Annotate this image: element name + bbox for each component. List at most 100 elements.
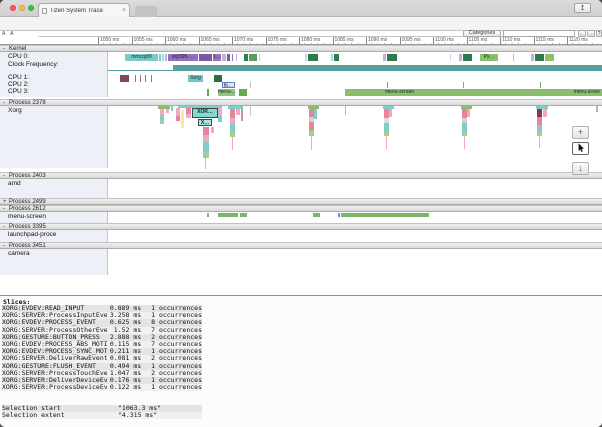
mode-controls: + ↓ bbox=[572, 122, 590, 176]
trace-slice[interactable] bbox=[305, 54, 307, 61]
trace-slice[interactable] bbox=[222, 54, 226, 61]
trace-slice[interactable] bbox=[218, 116, 222, 122]
trace-slice[interactable] bbox=[151, 75, 152, 82]
trace-slice[interactable] bbox=[537, 109, 542, 117]
trace-slice[interactable] bbox=[545, 54, 554, 61]
trace-slice[interactable] bbox=[313, 213, 320, 217]
trace-slice[interactable] bbox=[596, 106, 598, 112]
trace-slice[interactable] bbox=[230, 109, 235, 118]
trace-slice[interactable]: menu-screenmenu-scree bbox=[345, 89, 602, 96]
trace-slice[interactable] bbox=[467, 109, 470, 117]
pan-down-button[interactable]: ↓ bbox=[572, 162, 589, 175]
trace-slice[interactable]: XOR… bbox=[192, 108, 218, 118]
trace-slice[interactable] bbox=[464, 136, 465, 149]
trace-slice[interactable] bbox=[462, 123, 467, 131]
trace-slice[interactable] bbox=[241, 109, 243, 121]
trace-slice[interactable] bbox=[386, 136, 387, 149]
trace-slice[interactable] bbox=[205, 158, 206, 169]
trace-slice[interactable] bbox=[135, 75, 136, 82]
trace-slice[interactable] bbox=[539, 136, 540, 148]
slice-name: XORG:SERVER:DeliverRawEvent bbox=[2, 355, 107, 362]
clock-frequency-counter[interactable] bbox=[108, 70, 174, 71]
trace-slice[interactable]: Xorg bbox=[188, 75, 203, 82]
trace-slice[interactable] bbox=[543, 109, 547, 117]
trace-slice[interactable] bbox=[250, 82, 251, 88]
trace-slice[interactable] bbox=[240, 213, 247, 217]
trace-slice[interactable] bbox=[227, 54, 230, 61]
trace-slice[interactable] bbox=[171, 106, 173, 111]
trace-slice[interactable] bbox=[214, 75, 222, 82]
trace-slice[interactable] bbox=[345, 106, 346, 115]
trace-slice[interactable] bbox=[176, 108, 180, 116]
trace-slice[interactable] bbox=[176, 116, 180, 121]
trace-slice[interactable] bbox=[463, 54, 472, 61]
trace-slice[interactable] bbox=[236, 54, 237, 61]
zoom-in-button[interactable]: + bbox=[572, 126, 589, 139]
trace-slice[interactable]: Ps… bbox=[480, 54, 498, 61]
trace-slice[interactable] bbox=[450, 54, 451, 61]
trace-slice[interactable] bbox=[463, 82, 464, 88]
trace-slice[interactable] bbox=[218, 108, 222, 116]
trace-slice[interactable] bbox=[159, 54, 161, 61]
trace-slice[interactable] bbox=[186, 114, 191, 118]
trace-slice[interactable] bbox=[230, 123, 235, 131]
trace-slice[interactable] bbox=[387, 82, 388, 88]
trace-slice[interactable] bbox=[387, 54, 397, 61]
trace-slice[interactable] bbox=[218, 213, 238, 217]
trace-slice[interactable]: mmcqd/0 bbox=[125, 54, 158, 61]
trace-slice[interactable] bbox=[308, 54, 318, 61]
trace-slice[interactable] bbox=[203, 127, 209, 135]
trace-slice[interactable] bbox=[203, 135, 209, 142]
trace-slice[interactable] bbox=[203, 151, 209, 158]
trace-slice[interactable]: menu-… bbox=[218, 89, 235, 96]
trace-slice[interactable] bbox=[120, 75, 129, 82]
trace-slice[interactable] bbox=[334, 54, 339, 61]
selection-mode-button[interactable] bbox=[572, 142, 589, 155]
trace-slice[interactable] bbox=[165, 54, 167, 61]
slice-name: XORG:SERVER:ProcessDeviceEvent bbox=[2, 384, 107, 391]
trace-slice[interactable] bbox=[341, 213, 429, 217]
trace-slice[interactable] bbox=[199, 54, 212, 61]
trace-slice[interactable] bbox=[331, 54, 333, 61]
trace-slice[interactable] bbox=[338, 213, 340, 217]
trace-slice[interactable] bbox=[166, 109, 169, 113]
trace-slice[interactable] bbox=[535, 54, 544, 61]
clock-frequency-counter[interactable] bbox=[173, 65, 602, 71]
trace-slice[interactable] bbox=[459, 54, 462, 61]
trace-slice[interactable] bbox=[314, 109, 317, 119]
slice-name: XORG:EVDEV:READ_INPUT bbox=[2, 305, 107, 312]
trace-slice[interactable] bbox=[232, 54, 233, 61]
trace-slice[interactable] bbox=[249, 54, 257, 61]
trace-slice[interactable] bbox=[259, 54, 260, 61]
trace-slice[interactable] bbox=[203, 142, 209, 151]
trace-slice[interactable] bbox=[211, 127, 214, 133]
trace-slice[interactable] bbox=[244, 54, 248, 61]
trace-slice[interactable] bbox=[140, 75, 141, 82]
trace-slice[interactable] bbox=[145, 75, 146, 82]
trace-slice[interactable] bbox=[540, 82, 541, 88]
trace-slice[interactable] bbox=[207, 89, 209, 96]
slices-table: XORG:EVDEV:READ_INPUT0.889 ms 1 occurren… bbox=[2, 305, 202, 391]
trace-slice[interactable]: irq/395-… bbox=[168, 54, 198, 61]
trace-slice[interactable] bbox=[513, 54, 514, 61]
trace-slice[interactable] bbox=[531, 54, 534, 61]
trace-slice[interactable] bbox=[384, 123, 389, 131]
slice-label: menu-screen bbox=[385, 89, 414, 95]
trace-slice[interactable]: t… bbox=[213, 54, 221, 61]
trace-slice[interactable] bbox=[309, 122, 314, 130]
trace-slice[interactable] bbox=[232, 137, 233, 150]
trace-slice[interactable] bbox=[537, 117, 542, 125]
trace-slice[interactable] bbox=[160, 120, 164, 124]
trace-slice[interactable] bbox=[250, 106, 251, 116]
trace-slice[interactable]: X… bbox=[198, 119, 212, 126]
trace-slice[interactable] bbox=[236, 109, 240, 115]
trace-slice[interactable] bbox=[311, 136, 312, 150]
trace-slice[interactable] bbox=[207, 213, 209, 217]
trace-slice[interactable] bbox=[162, 54, 164, 61]
trace-slice[interactable]: fb… bbox=[222, 82, 235, 88]
trace-slice[interactable] bbox=[239, 89, 247, 96]
track-area[interactable]: mmcqd/0 irq/395-… t… Ps… Xorg fb…menu-… menu-s… bbox=[0, 0, 602, 295]
trace-slice[interactable] bbox=[181, 110, 184, 128]
trace-slice[interactable] bbox=[383, 54, 386, 61]
trace-slice[interactable] bbox=[389, 109, 392, 117]
